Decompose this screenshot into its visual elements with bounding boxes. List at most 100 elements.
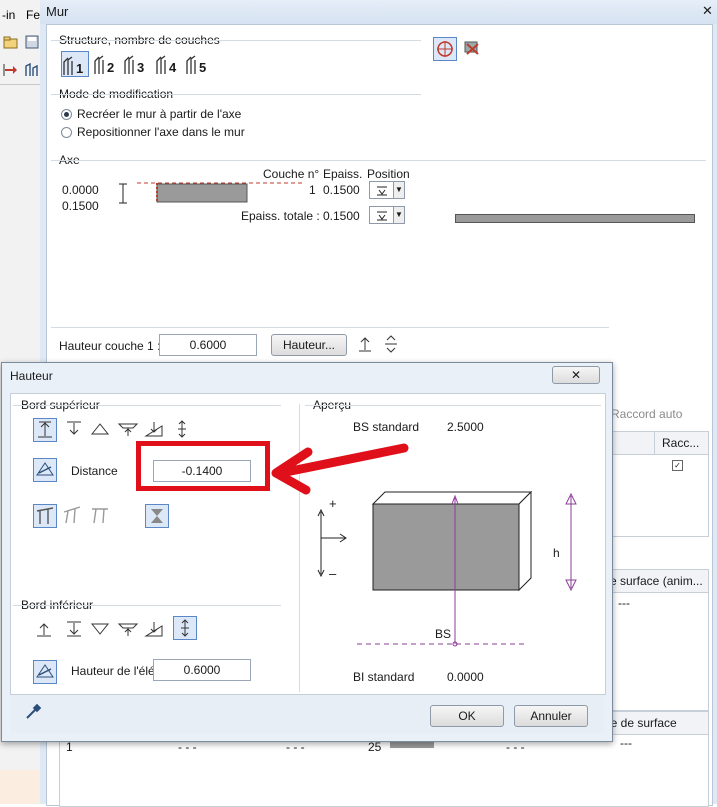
structure-group-line [51,40,421,41]
distance-offset-icon[interactable] [33,458,57,482]
layer-count-5-button[interactable]: 5 [185,51,211,75]
layer-count-3-button[interactable]: 3 [123,51,149,75]
eyedropper-icon[interactable] [24,703,42,724]
top-edge-both-icon[interactable] [171,418,195,442]
bottom-edge-valley-icon[interactable] [89,618,113,642]
bord-inferieur-line [13,605,281,606]
ok-button[interactable]: OK [430,705,504,727]
close-icon[interactable]: ✕ [702,3,713,19]
apercu-diagram: + – h BS [307,482,597,685]
racc-column-header: Racc... [662,436,700,450]
layer-count-4-button[interactable]: 4 [155,51,181,75]
top-edge-absolute-icon[interactable] [33,418,57,442]
raccord-col-divider [654,432,655,454]
reposition-axis-radio[interactable] [61,127,72,138]
hauteur-client-area: Bord supérieur Distance -0.1400 Bord inf… [10,393,606,695]
chevron-down-icon: ▼ [393,182,404,198]
hauteur-couche-field[interactable]: 0.6000 [159,334,257,356]
bottom-edge-up-icon[interactable] [33,618,57,642]
h-marker: h [553,546,560,560]
layer-thickness-value[interactable]: 0.1500 [323,183,360,197]
wall-type-sloped-icon[interactable] [61,504,85,528]
save-copy-icon[interactable] [22,32,42,52]
bi-standard-value: 0.0000 [447,670,484,684]
status-strip [0,770,40,804]
layer-count-1-button[interactable]: 1 [61,51,89,77]
hauteur-element-label: Hauteur de l'élé [71,664,155,678]
bottom-edge-slope-icon[interactable] [143,618,167,642]
bottom-row-cell: - - - [286,740,305,754]
top-edge-slope-icon[interactable] [143,418,167,442]
wall-type-pitched-icon[interactable] [89,504,113,528]
bottom-row-cell: 1 [66,740,73,754]
total-thickness-value: 0.1500 [323,209,360,223]
close-icon: ✕ [570,368,582,382]
align-center-icon[interactable] [383,335,399,356]
minus-marker: – [329,566,337,581]
crosshair-target-icon[interactable] [433,37,457,61]
bottom-table-dashes: --- [620,736,632,750]
bs-standard-label: BS standard [353,420,420,434]
apercu-line [305,405,601,406]
racc-checkbox[interactable]: ✓ [672,460,683,471]
highlight-box [136,441,270,491]
align-top-icon[interactable] [357,335,373,356]
top-edge-down-icon[interactable] [63,418,87,442]
axis-top-value: 0.0000 [62,183,99,197]
bottom-edge-slab-icon[interactable] [117,618,141,642]
bord-superieur-line [13,405,281,406]
menu-item-plugin[interactable]: -in [2,8,15,22]
menu-item-fe[interactable]: Fe [26,8,40,22]
raccord-auto-label: Raccord auto [611,407,683,421]
layer-section-diagram[interactable] [137,179,307,208]
axis-bottom-value: 0.1500 [62,199,99,213]
bottom-edge-down-icon[interactable] [63,618,87,642]
bs-marker: BS [435,627,452,641]
wall-type-straight-icon[interactable] [33,504,57,528]
total-position-combo[interactable]: ▼ [369,206,405,224]
axe-group-line [51,160,706,161]
epaiss-column-header: Epaiss. [323,167,363,181]
open-folder-icon[interactable] [1,32,21,52]
delete-component-icon[interactable] [461,37,485,61]
raccord-panel: Racc... ✓ [609,431,709,537]
mur-title: Mur [46,4,69,19]
wall-profile-icon[interactable] [22,60,42,80]
top-edge-roof-icon[interactable] [89,418,113,442]
top-edge-slab-icon[interactable] [117,418,141,442]
hauteur-couche-label: Hauteur couche 1 : [59,339,161,353]
hauteur-dialog: Hauteur ✕ Bord supérieur Distance -0.140… [1,362,613,742]
mur-titlebar: Mur ✕ [40,0,717,24]
layer-number-value: 1 [309,183,316,197]
bottom-edge-both-icon[interactable] [173,616,197,640]
hauteur-dialog-footer: OK Annuler [10,695,604,733]
wall-preview-bar [455,214,695,223]
bottom-row-cell: - - - [506,740,525,754]
surface-dashes: --- [618,596,630,610]
dialog-close-button[interactable]: ✕ [552,366,600,384]
recreate-from-axis-label: Recréer le mur à partir de l'axe [77,107,242,121]
mode-group-line [51,94,421,95]
recreate-from-axis-radio[interactable] [61,109,72,120]
hauteur-element-field[interactable]: 0.6000 [153,659,251,681]
reposition-axis-label: Repositionner l'axe dans le mur [77,125,245,139]
layer-count-2-button[interactable]: 2 [93,51,119,75]
hourglass-icon[interactable] [145,504,169,528]
wall-join-icon[interactable] [1,60,21,80]
distance-label: Distance [71,464,118,478]
bottom-row-cell: 25 [368,740,382,754]
de-surface-header: de de surface [604,716,677,730]
hauteur-dialog-title: Hauteur [10,369,53,383]
total-thickness-label: Epaiss. totale : [241,209,320,223]
highlight-arrow [264,440,414,503]
toolbar-divider [0,84,40,85]
layer-count-label: 1 [76,61,84,76]
hauteur-button[interactable]: Hauteur... [271,334,347,356]
layer-count-label: 2 [107,60,115,75]
cancel-button[interactable]: Annuler [514,705,588,727]
layer-position-combo[interactable]: ▼ [369,181,405,199]
surface-anim-header: e surface (anim... [610,574,703,588]
hauteur-separator [51,327,609,328]
height-offset-icon[interactable] [33,660,57,684]
layer-count-label: 5 [199,60,207,75]
